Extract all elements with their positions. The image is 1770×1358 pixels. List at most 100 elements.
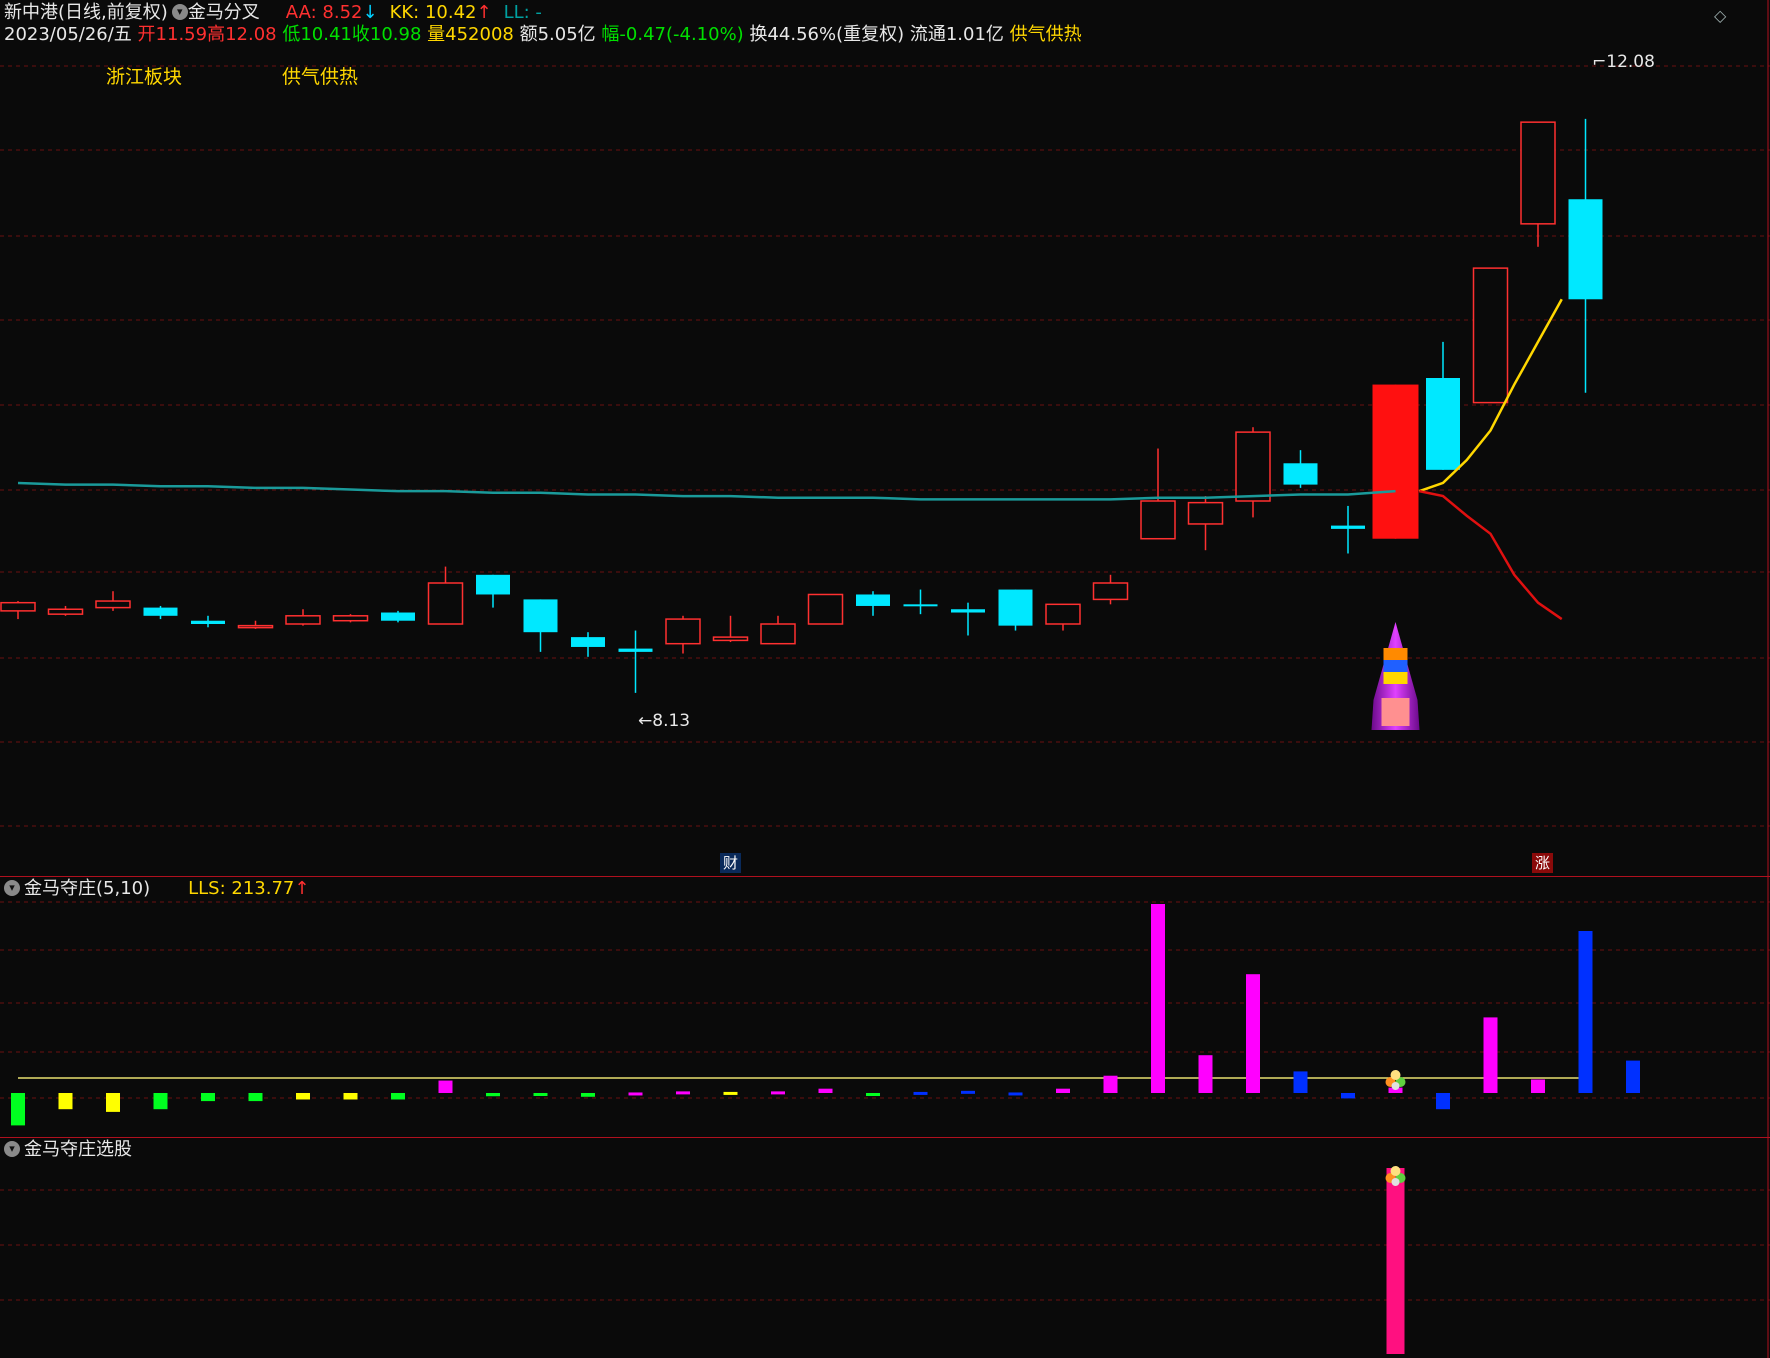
panel2-bar — [438, 1080, 453, 1093]
panel2-bar — [1626, 1060, 1640, 1093]
panel-divider[interactable] — [0, 1137, 1770, 1138]
close-price: 收10.98 — [351, 24, 422, 45]
panel3-signal-bar — [1386, 1168, 1405, 1354]
panel2-bar — [723, 1091, 738, 1095]
panel2-bar — [818, 1088, 833, 1093]
kk-arrow: ↑ — [476, 2, 492, 23]
chevron-down-icon[interactable]: ▾ — [4, 1141, 20, 1157]
panel2-bar — [1008, 1092, 1023, 1096]
indicator-panel-bars — [11, 904, 1640, 1126]
period-mode[interactable]: (日线,前复权) — [58, 2, 168, 23]
panel2-bar — [106, 1093, 120, 1112]
panel2-bar — [248, 1093, 263, 1102]
panel2-bar — [866, 1093, 880, 1096]
turnover: 换44.56%(重复权) — [749, 24, 905, 45]
candle-body — [476, 574, 510, 595]
flower-petal — [1390, 1070, 1401, 1080]
candle-body — [1092, 582, 1129, 601]
candle — [903, 589, 938, 615]
flower-petal — [1391, 1082, 1400, 1090]
panel2-bar — [1578, 931, 1593, 1093]
candle-body — [1568, 199, 1603, 300]
panel-divider[interactable] — [0, 876, 1770, 877]
kk-value: 10.42 — [424, 2, 477, 23]
candle — [712, 615, 749, 643]
header-line-1: 新中港(日线,前复权) ▾ 金马分叉 AA: 8.52↓ KK: 10.42↑ LL: - — [4, 2, 542, 24]
indicator-name[interactable]: 金马分叉 — [188, 2, 260, 23]
sector-label: 浙江板块 — [106, 66, 183, 88]
arrow-left-icon: ← — [638, 711, 653, 731]
candle-body — [1331, 525, 1365, 529]
arrow-left-icon: ⌐ — [1592, 52, 1607, 72]
candle-body — [618, 648, 653, 652]
rocket-icon — [1371, 622, 1420, 730]
aa-arrow: ↓ — [362, 2, 378, 23]
candle-body — [1520, 121, 1556, 225]
panel2-bar — [486, 1093, 500, 1097]
price-chart[interactable] — [0, 0, 1770, 1358]
date: 2023/05/26/五 — [4, 24, 132, 45]
panel2-bar — [1056, 1088, 1070, 1093]
candle-body — [285, 615, 321, 625]
panel2-bar — [343, 1093, 358, 1100]
candle — [1283, 450, 1318, 488]
panel2-bar — [628, 1092, 643, 1096]
rocket-stripe — [1383, 648, 1408, 660]
lls-arrow: ↑ — [294, 878, 310, 899]
candle-body — [191, 620, 225, 624]
candle — [951, 602, 985, 636]
candle — [0, 601, 36, 620]
rocket-stripe — [1383, 672, 1408, 684]
flower-petal — [1390, 1166, 1401, 1176]
candle — [191, 615, 225, 628]
candlestick-series — [0, 118, 1603, 693]
candle-body — [665, 618, 701, 645]
rocket-stripe — [1383, 660, 1408, 672]
panel2-bar — [201, 1093, 215, 1102]
panel2-bar — [533, 1093, 548, 1096]
candle — [1140, 448, 1176, 540]
limit-up-marker[interactable]: 涨 — [1532, 853, 1554, 873]
open-price: 开11.59 — [137, 24, 208, 45]
candle — [665, 615, 701, 654]
amount: 额5.05亿 — [519, 24, 596, 45]
panel2-bar — [961, 1090, 975, 1094]
candle — [1426, 341, 1460, 470]
candle-body — [427, 582, 464, 625]
candle-body — [571, 637, 605, 647]
chevron-down-icon[interactable]: ▾ — [4, 880, 20, 896]
candle — [95, 591, 131, 611]
grid-lines — [0, 0, 1770, 1358]
candle-body — [1140, 500, 1176, 540]
candle-body — [903, 604, 938, 607]
flower-petal — [1391, 1178, 1400, 1186]
candle — [1520, 121, 1556, 247]
selection-panel-bars — [1385, 1070, 1406, 1354]
diamond-icon[interactable]: ◇ — [1714, 6, 1726, 25]
candle — [523, 599, 558, 652]
chevron-down-icon[interactable]: ▾ — [171, 4, 188, 20]
kk-label: KK: — [389, 2, 425, 23]
finance-marker[interactable]: 财 — [720, 853, 742, 873]
panel3-header: ▾ 金马夺庄选股 — [4, 1139, 132, 1161]
concept-label: 供气供热 — [282, 66, 359, 88]
panel3-title[interactable]: 金马夺庄选股 — [24, 1139, 132, 1160]
candle-body — [47, 608, 84, 615]
panel2-title[interactable]: 金马夺庄(5,10) — [24, 878, 150, 899]
header-line-2: 2023/05/26/五 开11.59高12.08 低10.41收10.98 量… — [4, 24, 1082, 46]
candle — [1235, 427, 1271, 518]
panel2-bar — [581, 1093, 595, 1097]
candle — [998, 589, 1033, 631]
price-low-value: 8.13 — [652, 711, 691, 731]
stock-name[interactable]: 新中港 — [4, 2, 58, 23]
price-high-value: 12.08 — [1606, 52, 1655, 72]
panel2-bar — [1341, 1093, 1355, 1099]
candle-body — [1187, 501, 1224, 525]
aa-label: AA: — [285, 2, 323, 23]
flower-icon — [1385, 1070, 1406, 1090]
panel2-bar — [153, 1093, 168, 1110]
concept-tag[interactable]: 供气供热 — [1010, 24, 1082, 45]
candle-body — [237, 624, 274, 629]
candle-body — [998, 589, 1033, 626]
lls-label: LLS: — [188, 878, 232, 899]
